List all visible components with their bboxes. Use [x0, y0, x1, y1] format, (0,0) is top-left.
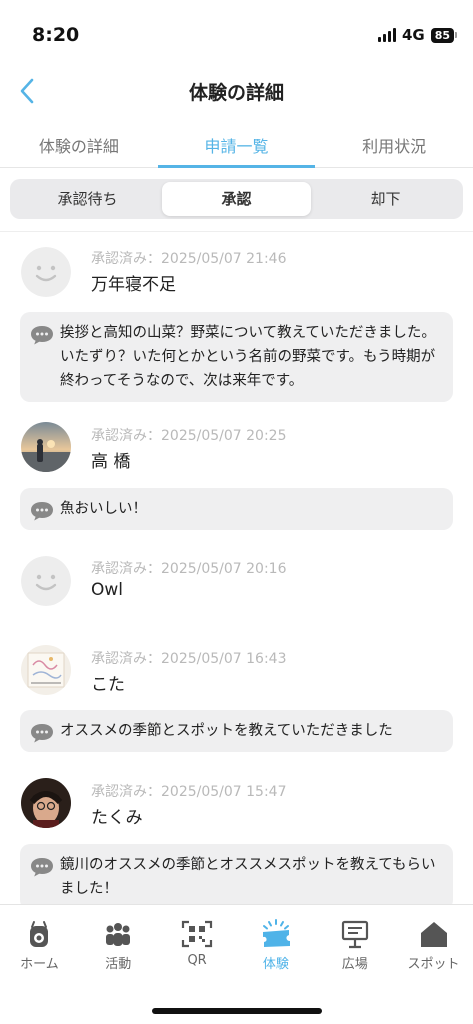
tab-usage-status[interactable]: 利用状況 [315, 122, 473, 167]
comment-bubble: 魚おいしい！ [20, 488, 453, 530]
status-indicators: 4G 85 [377, 26, 457, 44]
applicant-name: 高 橋 [91, 452, 131, 472]
photo-avatar-beach [21, 422, 71, 472]
speech-bubble-icon [31, 724, 53, 743]
approval-timestamp: 承認済み：2025/05/07 20:25 [91, 428, 287, 444]
comment-text: 魚おいしい！ [60, 501, 147, 517]
approval-timestamp: 承認済み：2025/05/07 16:43 [91, 651, 287, 667]
signal-icon [377, 28, 396, 42]
tab-bar: 体験の詳細 申請一覧 利用状況 [0, 122, 473, 168]
comment-bubble: オススメの季節とスポットを教えていただきました [20, 710, 453, 752]
home-indicator [152, 1008, 322, 1014]
battery-icon: 85 [430, 27, 457, 43]
applicant-name: Owl [91, 580, 124, 600]
segment-pending[interactable]: 承認待ち [13, 182, 162, 216]
nav-spot[interactable]: スポット [394, 905, 473, 985]
applicant-name: 万年寝不足 [91, 275, 176, 295]
smiley-avatar [21, 556, 71, 606]
nav-home[interactable]: ホーム [0, 905, 79, 985]
people-icon [106, 923, 131, 946]
photo-avatar-portrait [21, 778, 71, 828]
app-screen: 8:20 4G 85 体験の詳細 体験の詳細 申請一覧 利用状況 承認待ち 承認… [0, 0, 473, 1024]
house-icon [420, 922, 447, 947]
tab-application-list[interactable]: 申請一覧 [157, 122, 316, 168]
photo-avatar-drawing [21, 645, 71, 695]
nav-spot-label: スポット [407, 957, 460, 972]
speech-bubble-icon [31, 502, 53, 521]
segment-approved[interactable]: 承認 [162, 182, 311, 216]
comment-text: 鏡川のオススメの季節とオススメスポットを教えてもらいました！ [60, 857, 436, 897]
application-list: 承認済み：2025/05/07 21:46 万年寝不足 挨拶と高知の山菜？野菜に… [0, 232, 473, 904]
nav-activity[interactable]: 活動 [79, 905, 158, 985]
nav-experience[interactable]: 体験 [236, 905, 315, 985]
page-title: 体験の詳細 [188, 82, 284, 104]
smiley-avatar [21, 247, 71, 297]
tab-experience-details[interactable]: 体験の詳細 [0, 122, 158, 167]
status-bar: 8:20 4G 85 [0, 0, 473, 64]
approval-timestamp: 承認済み：2025/05/07 21:46 [91, 251, 287, 267]
nav-qr[interactable]: QR [158, 905, 237, 985]
signboard-icon [341, 920, 368, 949]
status-segmented-control: 承認待ち 承認 却下 [10, 179, 463, 219]
nav-plaza[interactable]: 広場 [315, 905, 394, 985]
network-type: 4G [401, 26, 425, 44]
nav-experience-label: 体験 [262, 957, 289, 972]
applicant-name: たくみ [91, 808, 143, 828]
segment-rejected[interactable]: 却下 [311, 182, 460, 216]
bottom-tab-bar: ホーム 活動 QR 体験 広場 スポット [0, 904, 473, 1024]
battery-level: 85 [430, 27, 454, 43]
comment-bubble: 鏡川のオススメの季節とオススメスポットを教えてもらいました！ [20, 844, 453, 904]
nav-home-label: ホーム [20, 957, 59, 972]
home-mascot-icon [30, 921, 49, 947]
speech-bubble-icon [31, 326, 53, 345]
approval-timestamp: 承認済み：2025/05/07 20:16 [91, 561, 287, 577]
approval-timestamp: 承認済み：2025/05/07 15:47 [91, 784, 287, 800]
nav-plaza-label: 広場 [341, 957, 368, 972]
status-time: 8:20 [32, 24, 80, 46]
speech-bubble-icon [31, 858, 53, 877]
comment-text: 挨拶と高知の山菜？野菜について教えていただきました。いたずり？いた何とかという名… [60, 325, 436, 389]
applicant-name: こた [91, 675, 125, 695]
nav-activity-label: 活動 [105, 957, 132, 972]
nav-qr-label: QR [187, 953, 207, 968]
comment-bubble: 挨拶と高知の山菜？野菜について教えていただきました。いたずり？いた何とかという名… [20, 312, 453, 402]
ticket-icon [262, 919, 290, 947]
nav-header: 体験の詳細 [0, 64, 473, 118]
qr-scan-icon [181, 920, 213, 948]
comment-text: オススメの季節とスポットを教えていただきました [60, 723, 393, 739]
